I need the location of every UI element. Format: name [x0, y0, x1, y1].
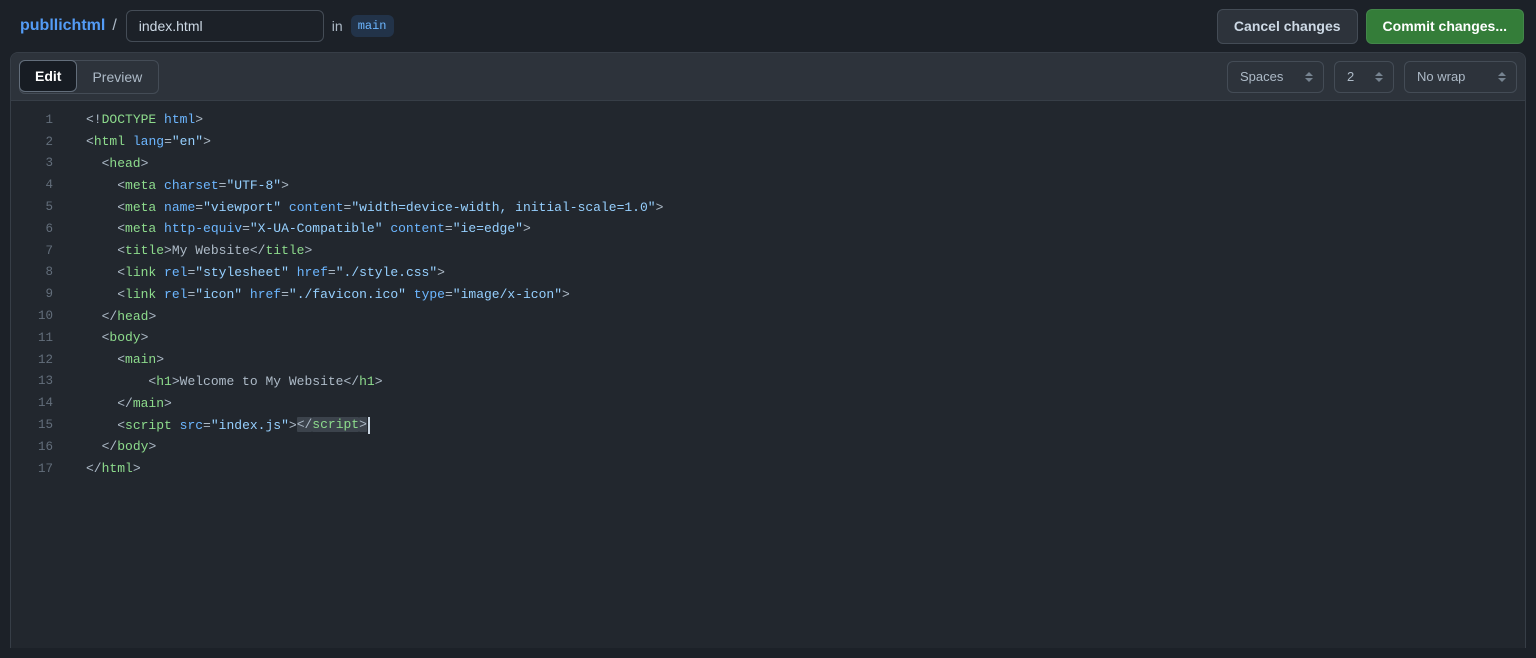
code-line-content: </html>: [86, 461, 141, 476]
editor-container: Edit Preview Spaces 2 No wrap 1 <!DOCTYPE…: [10, 52, 1526, 648]
edit-preview-tab-group: Edit Preview: [19, 60, 159, 94]
line-number: 7: [11, 244, 53, 258]
code-line[interactable]: 16 </body>: [11, 436, 1525, 458]
code-line[interactable]: 2 <html lang="en">: [11, 131, 1525, 153]
code-line-content: <link rel="icon" href="./favicon.ico" ty…: [86, 287, 570, 302]
code-line-content: <meta charset="UTF-8">: [86, 178, 289, 193]
github-file-editor-page: publlichtml / in main Cancel changes Com…: [0, 0, 1536, 648]
code-line-content: </main>: [86, 396, 172, 411]
code-line-content: <meta name="viewport" content="width=dev…: [86, 200, 663, 215]
tab-edit[interactable]: Edit: [19, 60, 77, 92]
cancel-changes-button[interactable]: Cancel changes: [1217, 9, 1358, 44]
line-number: 1: [11, 113, 53, 127]
wrap-mode-value: No wrap: [1417, 69, 1465, 84]
code-line-content: <head>: [86, 156, 148, 171]
code-line[interactable]: 13 <h1>Welcome to My Website</h1>: [11, 371, 1525, 393]
path-separator: /: [112, 17, 116, 35]
line-number: 16: [11, 440, 53, 454]
code-line[interactable]: 3 <head>: [11, 153, 1525, 175]
editor-settings: Spaces 2 No wrap: [1227, 61, 1517, 93]
branch-badge: main: [351, 15, 394, 37]
line-number: 2: [11, 135, 53, 149]
line-number: 11: [11, 331, 53, 345]
line-number: 4: [11, 178, 53, 192]
code-line[interactable]: 8 <link rel="stylesheet" href="./style.c…: [11, 262, 1525, 284]
line-number: 3: [11, 156, 53, 170]
editor-toolbar: Edit Preview Spaces 2 No wrap: [11, 53, 1525, 101]
indent-size-select[interactable]: 2: [1334, 61, 1394, 93]
code-line-content: <h1>Welcome to My Website</h1>: [86, 374, 383, 389]
filename-input[interactable]: [126, 10, 324, 42]
line-number: 8: [11, 265, 53, 279]
code-line[interactable]: 15 <script src="index.js"></script>: [11, 414, 1525, 436]
in-branch-label: in: [332, 18, 343, 34]
code-line[interactable]: 12 <main>: [11, 349, 1525, 371]
code-line[interactable]: 5 <meta name="viewport" content="width=d…: [11, 196, 1525, 218]
code-line-content: <!DOCTYPE html>: [86, 112, 203, 127]
line-number: 13: [11, 374, 53, 388]
indent-mode-value: Spaces: [1240, 69, 1283, 84]
repo-link[interactable]: publlichtml: [20, 17, 105, 35]
code-line[interactable]: 11 <body>: [11, 327, 1525, 349]
code-line[interactable]: 4 <meta charset="UTF-8">: [11, 174, 1525, 196]
chevron-up-down-icon: [1305, 72, 1313, 82]
line-number: 6: [11, 222, 53, 236]
code-line[interactable]: 17 </html>: [11, 458, 1525, 480]
editor-header: publlichtml / in main Cancel changes Com…: [0, 0, 1536, 52]
line-number: 9: [11, 287, 53, 301]
chevron-up-down-icon: [1375, 72, 1383, 82]
code-line[interactable]: 7 <title>My Website</title>: [11, 240, 1525, 262]
indent-size-value: 2: [1347, 69, 1354, 84]
line-number: 12: [11, 353, 53, 367]
commit-changes-button[interactable]: Commit changes...: [1366, 9, 1524, 44]
chevron-up-down-icon: [1498, 72, 1506, 82]
line-number: 17: [11, 462, 53, 476]
code-line-content: <link rel="stylesheet" href="./style.css…: [86, 265, 445, 280]
line-number: 15: [11, 418, 53, 432]
code-line-content: <main>: [86, 352, 164, 367]
line-number: 10: [11, 309, 53, 323]
code-line[interactable]: 14 </main>: [11, 392, 1525, 414]
code-line-content: <meta http-equiv="X-UA-Compatible" conte…: [86, 221, 531, 236]
code-line-content: <script src="index.js"></script>: [86, 417, 370, 434]
wrap-mode-select[interactable]: No wrap: [1404, 61, 1517, 93]
line-number: 5: [11, 200, 53, 214]
tab-preview[interactable]: Preview: [76, 61, 158, 93]
code-line-content: <html lang="en">: [86, 134, 211, 149]
code-line-content: </body>: [86, 439, 156, 454]
indent-mode-select[interactable]: Spaces: [1227, 61, 1324, 93]
code-editor[interactable]: 1 <!DOCTYPE html> 2 <html lang="en"> 3 <head…: [11, 101, 1525, 648]
code-line[interactable]: 9 <link rel="icon" href="./favicon.ico" …: [11, 283, 1525, 305]
code-line-content: </head>: [86, 309, 156, 324]
code-line[interactable]: 1 <!DOCTYPE html>: [11, 109, 1525, 131]
text-cursor: [368, 417, 370, 434]
code-line[interactable]: 10 </head>: [11, 305, 1525, 327]
line-number: 14: [11, 396, 53, 410]
code-line[interactable]: 6 <meta http-equiv="X-UA-Compatible" con…: [11, 218, 1525, 240]
code-line-content: <body>: [86, 330, 148, 345]
code-line-content: <title>My Website</title>: [86, 243, 312, 258]
